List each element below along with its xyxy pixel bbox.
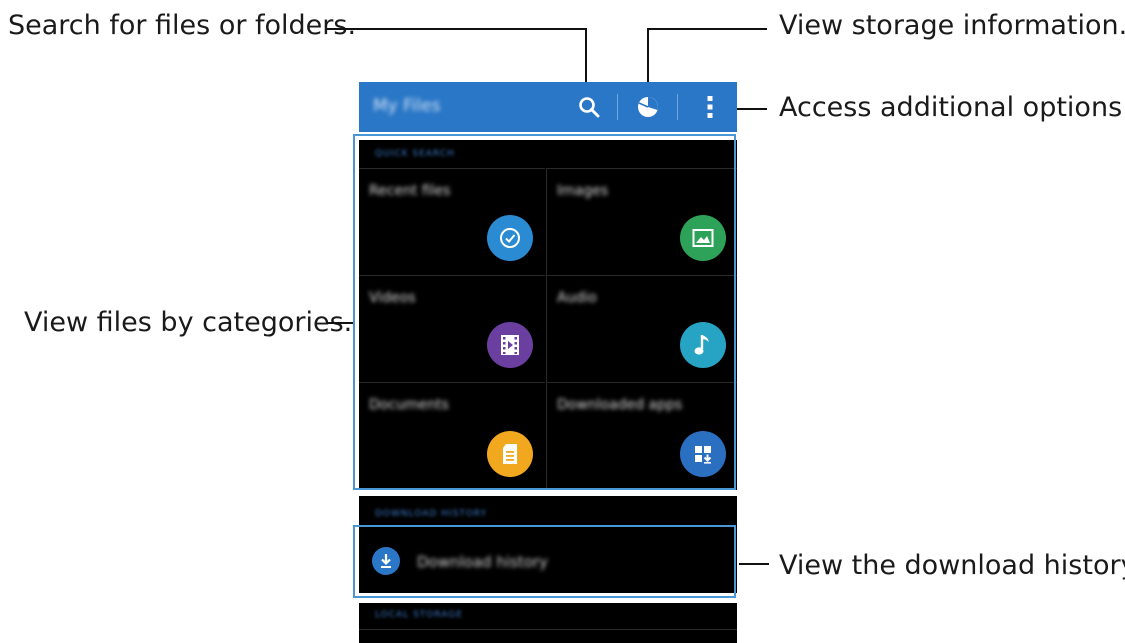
leader-history (739, 563, 769, 565)
appbar-divider (677, 94, 678, 120)
category-images[interactable]: Images (546, 168, 737, 275)
my-files-screen: My Files QUICK SEARCH Recent files Image… (359, 82, 737, 643)
more-options-button[interactable] (693, 90, 727, 124)
document-icon (487, 431, 533, 477)
spacer (359, 593, 737, 603)
download-history-row[interactable]: Download history (359, 531, 737, 593)
download-icon (372, 547, 400, 575)
callout-history: View the download history. (779, 550, 1125, 581)
clock-icon (487, 215, 533, 261)
category-label: Downloaded apps (557, 397, 683, 413)
category-label: Audio (557, 290, 597, 306)
app-download-icon (680, 431, 726, 477)
category-label: Images (557, 183, 609, 199)
storage-button[interactable] (631, 90, 665, 124)
category-recent-files[interactable]: Recent files (359, 168, 545, 275)
category-videos[interactable]: Videos (359, 275, 545, 382)
image-icon (680, 215, 726, 261)
category-label: Videos (369, 290, 416, 306)
callout-options: Access additional options. (779, 92, 1125, 123)
search-button[interactable] (572, 90, 606, 124)
callout-storage: View storage information. (779, 10, 1125, 41)
spacer (359, 132, 737, 140)
callout-search: Search for files or folders. (8, 10, 357, 41)
local-storage-row[interactable] (359, 629, 737, 643)
app-title: My Files (373, 96, 441, 116)
leader-storage-h (647, 28, 767, 30)
category-label: Documents (369, 397, 449, 413)
music-note-icon (680, 322, 726, 368)
appbar-divider (617, 94, 618, 120)
more-options-icon (707, 96, 713, 118)
search-icon (579, 97, 600, 118)
section-header-quick-search: QUICK SEARCH (359, 142, 737, 168)
film-icon (487, 322, 533, 368)
section-header-local-storage: LOCAL STORAGE (359, 603, 737, 629)
leader-search-h (327, 28, 586, 30)
category-documents[interactable]: Documents (359, 382, 545, 491)
category-label: Recent files (369, 183, 451, 199)
section-header-download-history: DOWNLOAD HISTORY (359, 496, 737, 528)
download-history-label: Download history (417, 553, 548, 571)
category-downloaded-apps[interactable]: Downloaded apps (546, 382, 737, 491)
category-audio[interactable]: Audio (546, 275, 737, 382)
storage-pie-icon (638, 97, 658, 117)
callout-categories: View files by categories. (24, 307, 353, 338)
category-grid: Recent files Images Videos Audio Documen… (359, 168, 737, 491)
leader-categories (327, 322, 353, 324)
app-bar: My Files (359, 82, 737, 132)
